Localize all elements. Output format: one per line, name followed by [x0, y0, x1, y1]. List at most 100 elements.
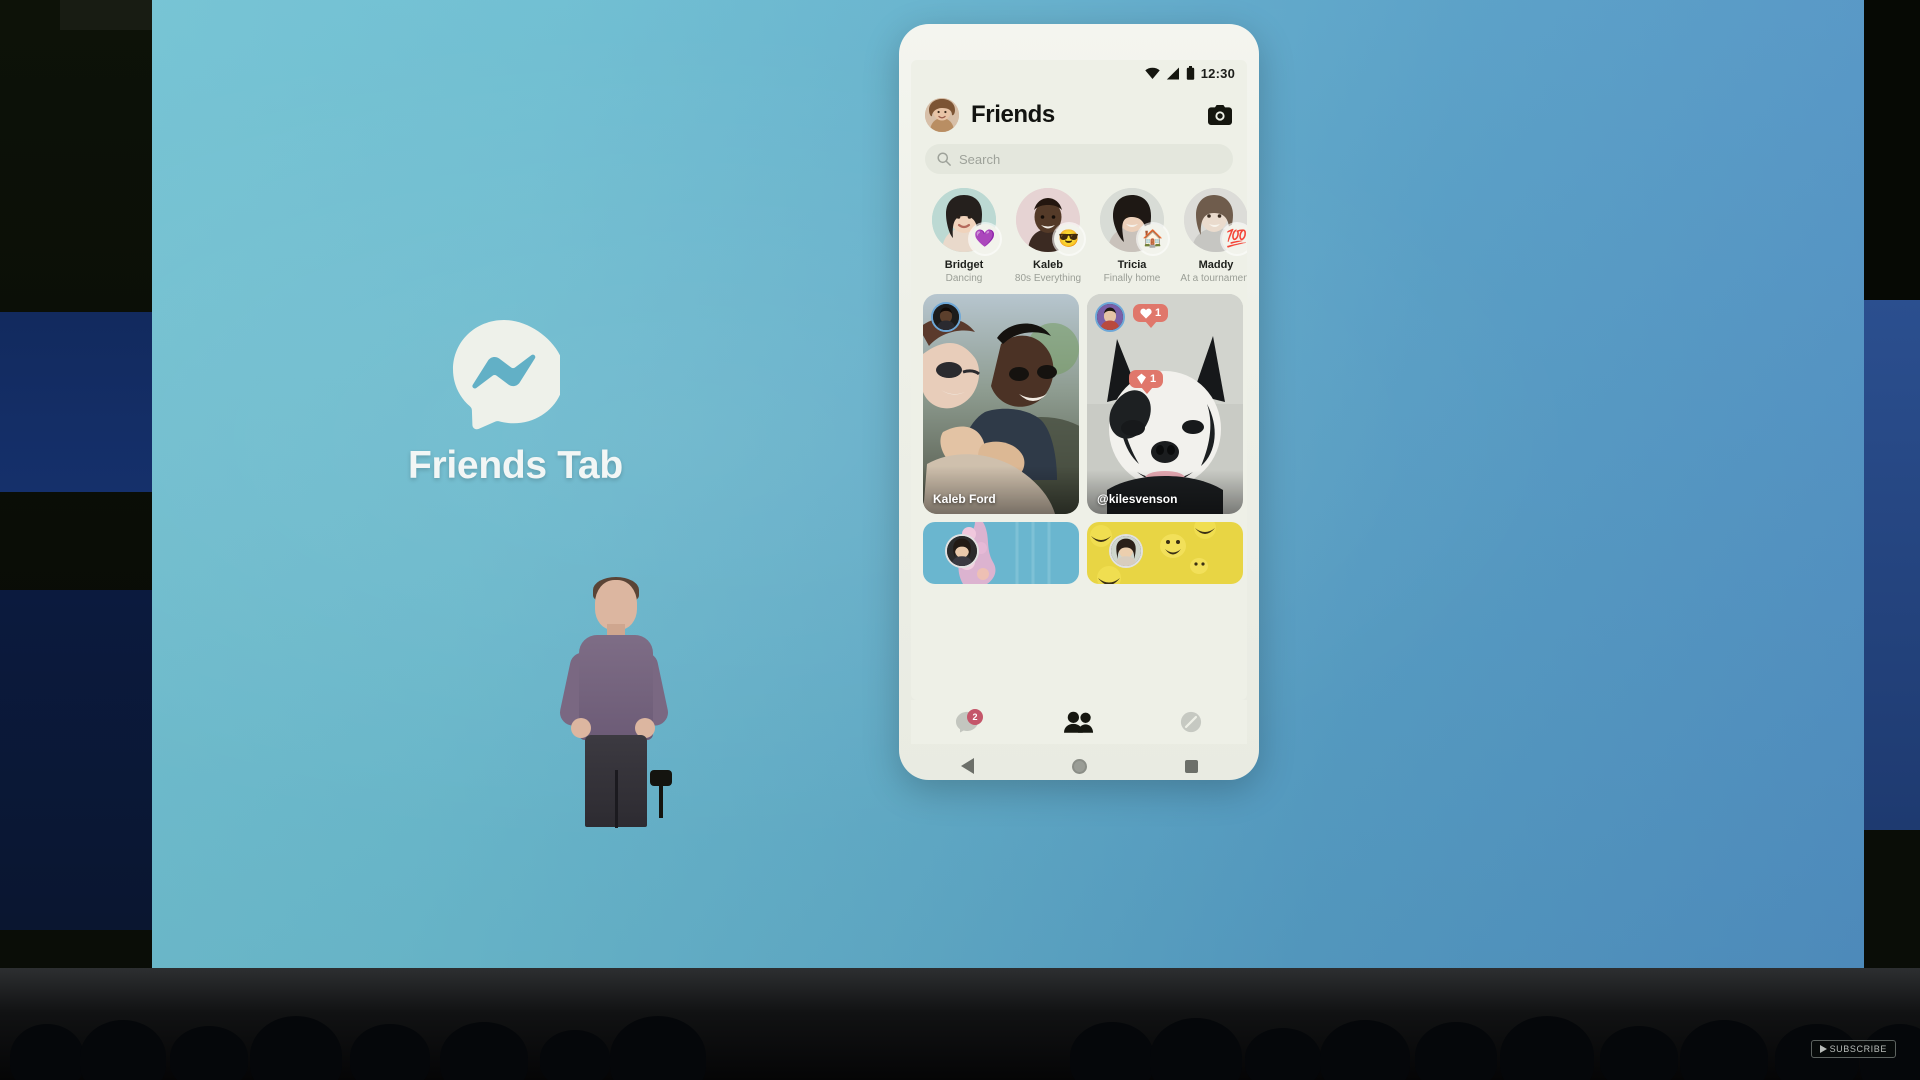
reaction-sticker: 1 [1129, 370, 1164, 394]
story-status: At a tournament [1180, 273, 1247, 284]
audience-silhouette [1415, 1022, 1497, 1080]
avatar-face-icon [925, 98, 959, 132]
audience-silhouette [1320, 1020, 1410, 1080]
messenger-logo-icon [448, 318, 565, 430]
people-icon [1064, 711, 1094, 733]
play-triangle-icon [1819, 1045, 1827, 1053]
nav-item-discover[interactable] [1135, 711, 1247, 733]
story-emoji-badge: 🏠 [1138, 224, 1168, 254]
stage-backdrop: Friends Tab 12:30 Friends Search 💜 Bridg… [0, 0, 1920, 1080]
microphone-pole [659, 784, 663, 818]
card-author-avatar[interactable] [1095, 302, 1125, 332]
phone-mockup: 12:30 Friends Search 💜 Bridget Dancing 😎… [899, 24, 1259, 780]
story-status: Dancing [945, 273, 983, 284]
audience-silhouette [170, 1026, 248, 1080]
audience-silhouette [540, 1030, 610, 1080]
back-triangle-icon [960, 758, 974, 774]
story-item[interactable]: 🏠 Tricia Finally home [1093, 188, 1171, 284]
story-status: Finally home [1103, 273, 1161, 284]
audience-silhouette [250, 1016, 342, 1080]
story-avatar[interactable]: 💯 [1184, 188, 1247, 254]
venue-floor [0, 968, 1920, 1080]
reaction-count: 1 [1150, 373, 1157, 385]
android-recents-button[interactable] [1135, 759, 1247, 773]
battery-icon [1186, 66, 1194, 80]
story-avatar[interactable]: 💜 [932, 188, 1000, 254]
subscribe-label: SUBSCRIBE [1829, 1044, 1887, 1054]
audience-silhouette [1680, 1020, 1768, 1080]
nav-item-chats[interactable]: 2 [911, 709, 1023, 733]
app-header: Friends [911, 86, 1247, 144]
stories-row[interactable]: 💜 Bridget Dancing 😎 Kaleb 80s Everything… [911, 174, 1247, 288]
search-placeholder: Search [959, 151, 1001, 167]
story-item[interactable]: 💯 Maddy At a tournament [1177, 188, 1247, 284]
story-emoji-badge: 💯 [1222, 224, 1247, 254]
story-card-partial[interactable] [923, 522, 1079, 584]
story-emoji-badge: 💜 [970, 224, 1000, 254]
stories-grid[interactable]: Kaleb Ford 1 1 @kilesvenson [911, 288, 1247, 514]
reaction-count: 1 [1155, 307, 1162, 319]
story-item[interactable]: 💜 Bridget Dancing [925, 188, 1003, 284]
phone-screen: 12:30 Friends Search 💜 Bridget Dancing 😎… [911, 60, 1247, 700]
camera-glyph [1208, 105, 1232, 125]
audience-silhouette [1070, 1022, 1154, 1080]
story-card-partial[interactable] [1087, 522, 1243, 584]
card-author-face-icon [1111, 536, 1141, 566]
presenter-leg-split [615, 770, 618, 828]
discover-icon [1180, 711, 1202, 733]
card-author-avatar[interactable] [1109, 534, 1143, 568]
camera-icon[interactable] [1207, 102, 1233, 128]
audience-silhouette [350, 1024, 430, 1080]
story-card[interactable]: 1 1 @kilesvenson [1087, 294, 1243, 514]
story-card[interactable]: Kaleb Ford [923, 294, 1079, 514]
audience-silhouette [10, 1024, 84, 1080]
audience-silhouette [80, 1020, 166, 1080]
recents-square-icon [1184, 759, 1198, 773]
audience-silhouette [610, 1016, 706, 1080]
audience-silhouette [440, 1022, 528, 1080]
wifi-icon [1145, 67, 1160, 79]
status-bar-time: 12:30 [1200, 65, 1235, 81]
story-name: Tricia [1117, 259, 1147, 271]
heart-icon [1140, 308, 1152, 319]
stage-left-blue-panel-lower [0, 590, 158, 930]
story-item[interactable]: 😎 Kaleb 80s Everything [1009, 188, 1087, 284]
cell-signal-icon [1166, 67, 1179, 79]
search-icon [937, 152, 951, 166]
card-label: Kaleb Ford [933, 492, 996, 506]
android-back-button[interactable] [911, 758, 1023, 774]
page-title: Friends Tab [408, 444, 623, 487]
messenger-logo-svg [453, 320, 565, 430]
story-emoji-badge: 😎 [1054, 224, 1084, 254]
page-heading: Friends [971, 101, 1055, 128]
stage-right-blue-panel [1862, 300, 1920, 830]
card-label: @kilesvenson [1097, 492, 1178, 506]
story-avatar[interactable]: 😎 [1016, 188, 1084, 254]
subscribe-watermark[interactable]: SUBSCRIBE [1810, 1040, 1896, 1058]
story-avatar[interactable]: 🏠 [1100, 188, 1168, 254]
home-circle-icon [1071, 758, 1087, 774]
stories-grid-row-2[interactable] [911, 514, 1247, 584]
status-bar: 12:30 [911, 60, 1247, 86]
presenter-head [595, 580, 637, 630]
card-author-face-icon [933, 304, 959, 330]
audience-silhouette [1600, 1026, 1678, 1080]
nav-item-people[interactable] [1023, 711, 1135, 733]
reaction-sticker: 1 [1133, 304, 1169, 328]
story-status: 80s Everything [1014, 273, 1082, 284]
microphone-stand [650, 770, 672, 818]
card-author-face-icon [947, 536, 977, 566]
story-name: Kaleb [1033, 259, 1063, 271]
card-author-face-icon [1097, 304, 1123, 330]
stage-left-blue-panel [0, 312, 158, 492]
app-bottom-nav[interactable]: 2 [911, 700, 1247, 744]
card-author-avatar[interactable] [945, 534, 979, 568]
audience-silhouette [1500, 1016, 1594, 1080]
search-input[interactable]: Search [925, 144, 1233, 174]
story-name: Bridget [944, 259, 984, 271]
card-author-avatar[interactable] [931, 302, 961, 332]
android-system-nav[interactable] [911, 746, 1247, 780]
profile-avatar[interactable] [925, 98, 959, 132]
diamond-icon [1137, 373, 1146, 385]
android-home-button[interactable] [1023, 758, 1135, 774]
